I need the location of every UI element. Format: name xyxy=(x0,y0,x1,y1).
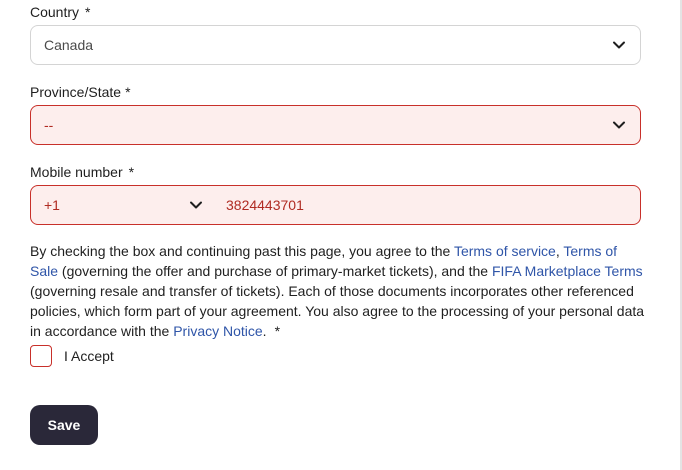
registration-form: Country * Canada Province/State * -- Mobil… xyxy=(0,0,682,470)
mobile-field: +1 xyxy=(30,185,641,225)
province-select-value: -- xyxy=(44,117,54,133)
terms-text: . xyxy=(262,323,267,339)
mobile-number-input[interactable] xyxy=(211,186,640,224)
accept-checkbox[interactable] xyxy=(30,345,52,367)
terms-required-mark: * xyxy=(274,323,281,339)
country-required-mark: * xyxy=(85,4,91,20)
province-required-mark: * xyxy=(125,84,131,100)
province-label-text: Province/State xyxy=(30,84,122,100)
chevron-down-icon xyxy=(613,41,625,49)
country-code-select[interactable]: +1 xyxy=(31,186,211,224)
terms-text: (governing resale and transfer of ticket… xyxy=(30,283,645,339)
mobile-label-text: Mobile number xyxy=(30,164,123,180)
country-select-value: Canada xyxy=(44,37,94,53)
terms-of-service-link[interactable]: Terms of service xyxy=(454,243,556,259)
chevron-down-icon xyxy=(613,121,625,129)
chevron-down-icon xyxy=(190,201,202,209)
mobile-label: Mobile number * xyxy=(30,163,134,181)
terms-text: By checking the box and continuing past … xyxy=(30,243,454,259)
terms-paragraph: By checking the box and continuing past … xyxy=(30,241,645,341)
privacy-notice-link[interactable]: Privacy Notice xyxy=(173,323,262,339)
country-label-text: Country xyxy=(30,4,80,20)
accept-label: I Accept xyxy=(64,348,114,364)
country-select[interactable]: Canada xyxy=(30,25,641,65)
terms-text: (governing the offer and purchase of pri… xyxy=(58,263,492,279)
country-code-value: +1 xyxy=(44,197,60,213)
province-label: Province/State * xyxy=(30,83,131,101)
province-select[interactable]: -- xyxy=(30,105,641,145)
mobile-required-mark: * xyxy=(128,164,135,180)
save-button[interactable]: Save xyxy=(30,405,98,445)
country-label: Country * xyxy=(30,3,90,21)
marketplace-terms-link[interactable]: FIFA Marketplace Terms xyxy=(492,263,643,279)
accept-row: I Accept xyxy=(30,345,114,367)
